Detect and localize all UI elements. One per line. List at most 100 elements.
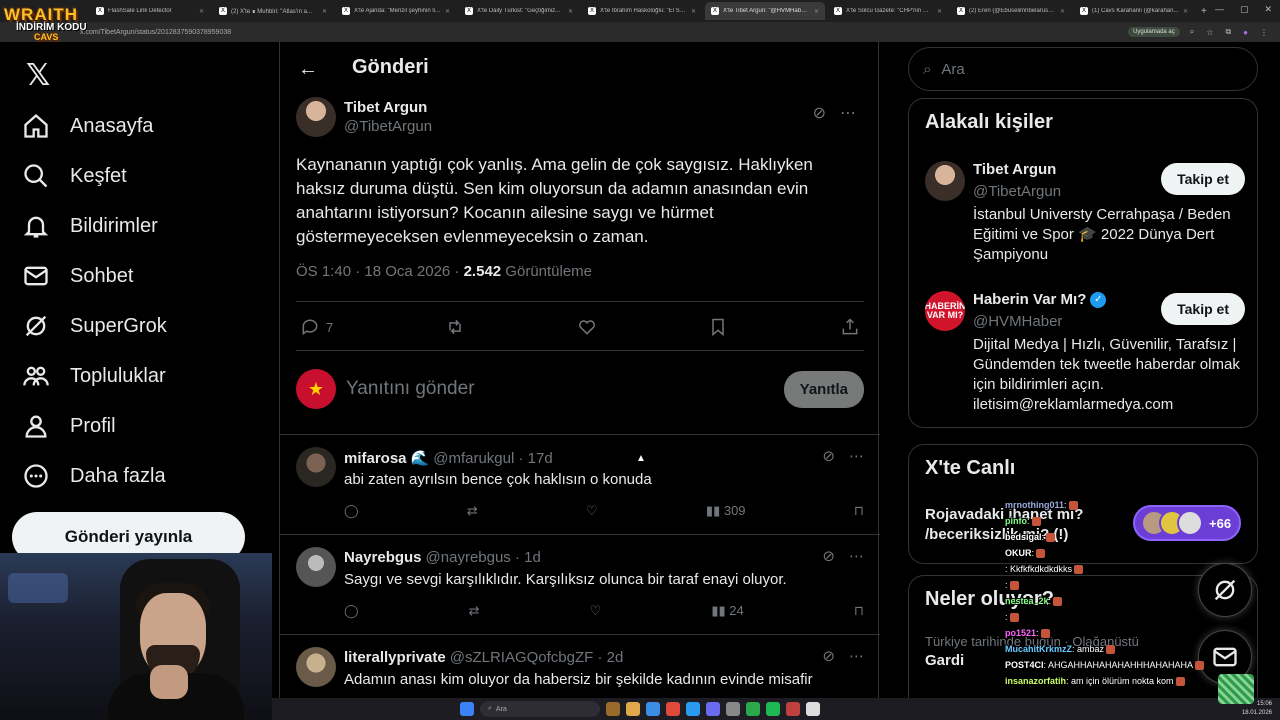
grok-icon[interactable]: ⊘: [822, 447, 835, 465]
avatar[interactable]: HABERİN VAR MI?: [925, 291, 965, 331]
nav-more[interactable]: Daha fazla: [22, 462, 166, 490]
close-tab-icon[interactable]: ✕: [445, 8, 450, 15]
edge-icon[interactable]: [686, 702, 700, 716]
url-field[interactable]: x.com/TibetArgun/status/2012837590378959…: [80, 29, 1128, 36]
avatar[interactable]: [925, 161, 965, 201]
menu-icon[interactable]: ⋮: [1260, 28, 1268, 37]
reply-input[interactable]: Yanıtını gönder: [346, 378, 774, 400]
discord-icon[interactable]: [706, 702, 720, 716]
avatar[interactable]: [296, 647, 336, 687]
close-tab-icon[interactable]: ✕: [1183, 8, 1188, 15]
bookmark-icon[interactable]: ⊓: [854, 603, 864, 619]
start-icon[interactable]: [460, 702, 474, 716]
author-handle[interactable]: @TibetArgun: [344, 118, 432, 135]
views-icon[interactable]: ▮▮ 24: [711, 603, 743, 619]
search-input[interactable]: ⌕ Ara: [908, 47, 1258, 91]
browser-tab[interactable]: X (2) X'te ∎ Muhbiri: "Atlas'ın a... ✕: [213, 2, 333, 20]
browser-tab[interactable]: X (1) Cavs Karahanlı (@karahan... ✕: [1074, 2, 1194, 20]
trend-item[interactable]: Gardi: [925, 652, 964, 669]
x-logo-icon[interactable]: 𝕏: [26, 58, 50, 93]
repost-icon[interactable]: ⇄: [469, 603, 480, 619]
reply-author-name[interactable]: literallyprivate: [344, 649, 446, 666]
browser-tab[interactable]: X X'te Ajanda: "Menzil şeyhinin li... ✕: [336, 2, 456, 20]
more-options-icon[interactable]: ⋯: [840, 103, 856, 123]
back-arrow-icon[interactable]: ←: [298, 58, 318, 81]
minimize-icon[interactable]: —: [1215, 4, 1224, 15]
reply-item[interactable]: Nayrebgus @nayrebgus · 1d ⊘ ⋯ Saygı ve se…: [280, 534, 880, 634]
like-button[interactable]: [577, 317, 597, 337]
close-tab-icon[interactable]: ✕: [322, 8, 327, 15]
related-person[interactable]: HABERİN VAR MI? Haberin Var Mı? ✓ @HVMHab…: [925, 291, 1245, 421]
more-options-icon[interactable]: ⋯: [849, 647, 864, 665]
close-tab-icon[interactable]: ✕: [568, 8, 573, 15]
more-options-icon[interactable]: ⋯: [849, 447, 864, 465]
zoom-icon[interactable]: ⌕: [1190, 27, 1194, 37]
reply-submit-button[interactable]: Yanıtla: [783, 370, 864, 408]
close-tab-icon[interactable]: ✕: [691, 8, 696, 15]
avatar[interactable]: [296, 97, 336, 137]
spotify-icon[interactable]: [766, 702, 780, 716]
browser-tab[interactable]: X X'te Daily Türkist: "Geçtiğimiz... ✕: [459, 2, 579, 20]
app-icon[interactable]: [666, 702, 680, 716]
nav-profile[interactable]: Profil: [22, 412, 116, 440]
author-name[interactable]: Tibet Argun: [344, 99, 432, 116]
repost-icon[interactable]: ⇄: [467, 503, 478, 519]
reply-author-name[interactable]: mifarosa: [344, 450, 407, 467]
user-avatar[interactable]: ★: [296, 369, 336, 409]
chrome-icon[interactable]: [646, 702, 660, 716]
views-icon[interactable]: ▮▮ 309: [706, 503, 746, 519]
reply-button[interactable]: 7: [300, 317, 333, 337]
reply-icon[interactable]: ◯: [344, 503, 359, 519]
heart-icon[interactable]: ♡: [590, 603, 602, 619]
grok-fab-button[interactable]: [1198, 563, 1252, 617]
open-in-app-button[interactable]: Uygulamada aç: [1128, 27, 1180, 37]
related-person[interactable]: Tibet Argun @TibetArgun İstanbul Univers…: [925, 161, 1245, 271]
nav-explore[interactable]: Keşfet: [22, 162, 127, 190]
app-icon[interactable]: [806, 702, 820, 716]
browser-tab[interactable]: X X'te Solcu Gazete: "CHP'nin Ha... ✕: [828, 2, 948, 20]
nav-home[interactable]: Anasayfa: [22, 112, 153, 140]
browser-tab[interactable]: X X'te Tibet Argun: "@HVMHaber... ✕: [705, 2, 825, 20]
grok-icon[interactable]: ⊘: [822, 547, 835, 565]
avatar[interactable]: [296, 547, 336, 587]
obs-icon[interactable]: [786, 702, 800, 716]
taskbar-search[interactable]: ⌕ Ara: [480, 701, 600, 717]
browser-tab[interactable]: X FlashSale Link Detector ✕: [90, 2, 210, 20]
nav-chat[interactable]: Sohbet: [22, 262, 133, 290]
profile-avatar-icon[interactable]: ●: [1243, 28, 1248, 37]
close-tab-icon[interactable]: ✕: [814, 8, 819, 15]
browser-tab[interactable]: X (2) Eren (@Ebuselimnbelarus) /... ✕: [951, 2, 1071, 20]
nav-communities[interactable]: Topluluklar: [22, 362, 166, 390]
reply-author-name[interactable]: Nayrebgus: [344, 549, 422, 566]
close-tab-icon[interactable]: ✕: [937, 8, 942, 15]
share-button[interactable]: [840, 317, 860, 337]
nav-notifications[interactable]: Bildirimler: [22, 212, 158, 240]
repost-button[interactable]: [445, 317, 465, 337]
grok-icon[interactable]: ⊘: [813, 103, 826, 123]
close-tab-icon[interactable]: ✕: [199, 8, 204, 15]
reply-item[interactable]: mifarosa 🌊 @mfarukgul · 17d ⊘ ⋯ abi zaten…: [280, 434, 880, 534]
reply-icon[interactable]: ◯: [344, 603, 359, 619]
nav-supergrok[interactable]: SuperGrok: [22, 312, 167, 340]
app-icon[interactable]: [726, 702, 740, 716]
bookmark-icon[interactable]: ⊓: [854, 503, 864, 519]
live-listeners-badge[interactable]: +66: [1133, 505, 1241, 541]
maximize-icon[interactable]: ▢: [1240, 4, 1249, 15]
close-tab-icon[interactable]: ✕: [1060, 8, 1065, 15]
avatar[interactable]: [296, 447, 336, 487]
follow-button[interactable]: Takip et: [1161, 293, 1245, 325]
heart-icon[interactable]: ♡: [586, 503, 598, 519]
grok-icon[interactable]: ⊘: [822, 647, 835, 665]
bookmark-star-icon[interactable]: ☆: [1206, 28, 1213, 37]
close-window-icon[interactable]: ✕: [1264, 4, 1272, 15]
new-tab-button[interactable]: +: [1201, 6, 1207, 17]
browser-tab[interactable]: X X'te İbrahim Haskoloğlu: "El Sa... ✕: [582, 2, 702, 20]
explorer-icon[interactable]: [626, 702, 640, 716]
extensions-icon[interactable]: ⧉: [1225, 27, 1231, 37]
follow-button[interactable]: Takip et: [1161, 163, 1245, 195]
bookmark-button[interactable]: [708, 317, 728, 337]
app-icon[interactable]: [746, 702, 760, 716]
more-options-icon[interactable]: ⋯: [849, 547, 864, 565]
taskview-icon[interactable]: [606, 702, 620, 716]
x-favicon-icon: X: [588, 7, 596, 15]
